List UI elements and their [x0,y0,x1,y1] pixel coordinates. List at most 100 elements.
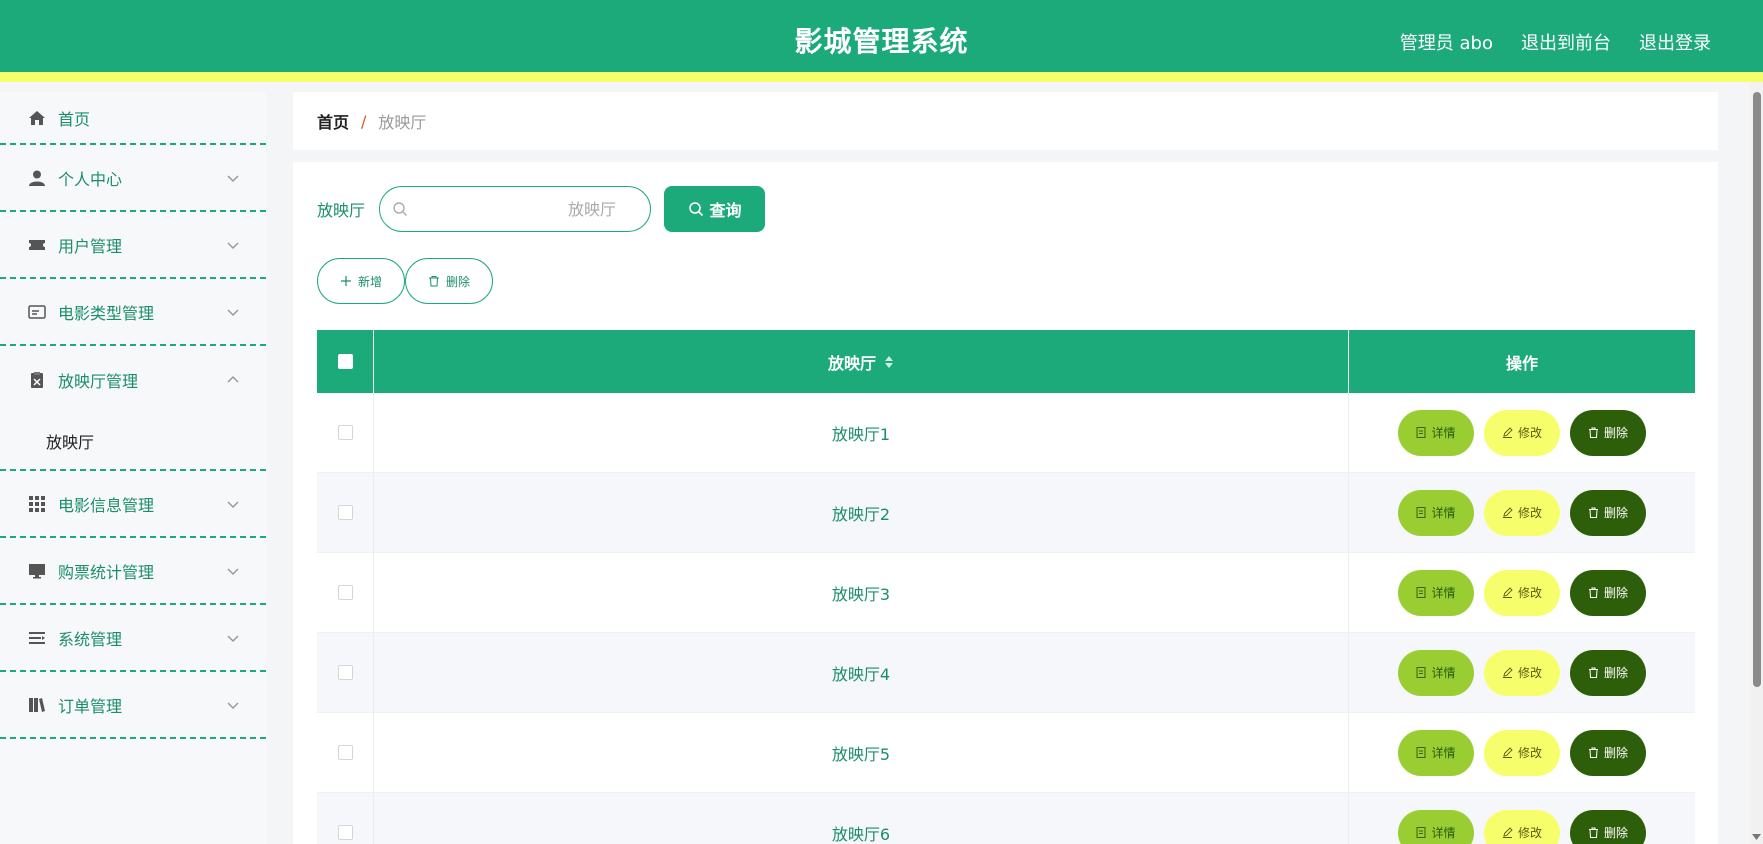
delete-button[interactable]: 删除 [1570,409,1646,456]
sidebar-item-label: 放映厅管理 [58,371,139,391]
batch-delete-button-label: 删除 [445,274,470,289]
delete-button[interactable]: 删除 [1570,649,1646,696]
sidebar-item-label: 购票统计管理 [58,562,155,582]
delete-button[interactable]: 删除 [1570,809,1646,844]
delete-button[interactable]: 删除 [1570,489,1646,536]
edit-button[interactable]: 修改 [1484,809,1560,844]
chevron-down-icon [227,174,239,182]
trash-icon [1588,747,1598,758]
detail-button[interactable]: 详情 [1398,809,1474,844]
scroll-down-arrow-icon[interactable] [1752,834,1761,840]
sort-icon[interactable] [884,354,894,370]
hall-name-cell: 放映厅2 [374,473,1349,552]
breadcrumb-home[interactable]: 首页 [317,109,349,133]
table-row: 放映厅5 详情 修改 删除 [317,713,1695,793]
chevron-down-icon [227,701,239,709]
home-icon [28,109,46,127]
edit-button-label: 修改 [1517,426,1542,440]
select-all-checkbox[interactable] [337,354,353,369]
sidebar-item-movie-info-management[interactable]: 电影信息管理 [0,471,266,538]
edit-button[interactable]: 修改 [1484,569,1560,616]
document-icon [1417,507,1426,518]
sidebar-item-hall-management[interactable]: 放映厅管理 [0,346,266,413]
delete-button-label: 删除 [1603,746,1628,760]
add-button[interactable]: 新增 [317,258,405,304]
edit-button[interactable]: 修改 [1484,729,1560,776]
edit-button[interactable]: 修改 [1484,489,1560,536]
sidebar-item-home[interactable]: 首页 [0,92,266,145]
pencil-icon [1502,507,1513,518]
table-row: 放映厅1 详情 修改 删除 [317,393,1695,473]
detail-button[interactable]: 详情 [1398,649,1474,696]
sidebar-item-ticket-stats-management[interactable]: 购票统计管理 [0,538,266,605]
hall-name-cell: 放映厅4 [374,633,1349,712]
sidebar-item-movie-type-management[interactable]: 电影类型管理 [0,279,266,346]
chevron-up-icon [227,375,239,383]
hall-table: 放映厅 操作 放映厅1 详情 修改 删除 放映厅2 详情 修改 删除 放映厅3 … [317,330,1695,844]
header-actions: 管理员 abo 退出到前台 退出登录 [1400,29,1711,55]
table-header: 放映厅 操作 [317,330,1695,393]
sidebar-item-personal-center[interactable]: 个人中心 [0,145,266,212]
edit-button[interactable]: 修改 [1484,649,1560,696]
row-checkbox[interactable] [337,665,353,680]
header-checkbox-cell [317,330,374,393]
chevron-down-icon [227,241,239,249]
row-checkbox[interactable] [337,505,353,520]
row-ops-cell: 详情 修改 删除 [1349,553,1695,632]
column-header-name[interactable]: 放映厅 [374,330,1349,393]
delete-button-label: 删除 [1603,426,1628,440]
hall-name-cell: 放映厅5 [374,713,1349,792]
edit-button[interactable]: 修改 [1484,409,1560,456]
detail-button[interactable]: 详情 [1398,409,1474,456]
row-checkbox[interactable] [337,585,353,600]
row-checkbox[interactable] [337,825,353,840]
trash-icon [1588,827,1598,838]
monitor-icon [28,562,46,580]
scrollbar-thumb[interactable] [1753,92,1761,687]
row-ops-cell: 详情 修改 删除 [1349,713,1695,792]
table-row: 放映厅6 详情 修改 删除 [317,793,1695,844]
search-input-wrapper [379,186,652,232]
detail-button[interactable]: 详情 [1398,489,1474,536]
hall-name-cell: 放映厅1 [374,393,1349,472]
detail-button[interactable]: 详情 [1398,569,1474,616]
edit-button-label: 修改 [1517,746,1542,760]
sidebar-item-label: 订单管理 [58,696,123,716]
pencil-icon [1502,667,1513,678]
row-checkbox-cell [317,633,374,712]
id-card-icon [28,303,46,321]
query-button-label: 查询 [709,203,742,220]
pencil-icon [1502,827,1513,838]
row-checkbox-cell [317,393,374,472]
edit-button-label: 修改 [1517,586,1542,600]
batch-delete-button[interactable]: 删除 [405,258,493,304]
pencil-icon [1502,427,1513,438]
document-icon [1417,827,1426,838]
logout-link[interactable]: 退出登录 [1639,29,1711,55]
query-button[interactable]: 查询 [664,186,766,232]
delete-button-label: 删除 [1603,826,1628,840]
pencil-icon [1502,587,1513,598]
delete-button[interactable]: 删除 [1570,729,1646,776]
column-header-label: 放映厅 [827,353,876,373]
sidebar-item-label: 首页 [58,109,91,129]
delete-button[interactable]: 删除 [1570,569,1646,616]
clipboard-icon [28,371,46,389]
row-checkbox[interactable] [337,745,353,760]
table-row: 放映厅4 详情 修改 删除 [317,633,1695,713]
sidebar-item-system-management[interactable]: 系统管理 [0,605,266,672]
row-ops-cell: 详情 修改 删除 [1349,473,1695,552]
sidebar-subitem-hall[interactable]: 放映厅 [0,413,266,469]
row-checkbox[interactable] [337,425,353,440]
trash-icon [1588,667,1598,678]
sidebar-item-user-management[interactable]: 用户管理 [0,212,266,279]
user-icon [28,169,46,187]
sidebar-item-order-management[interactable]: 订单管理 [0,672,266,739]
ticket-icon [28,236,46,254]
sidebar-item-label: 个人中心 [58,169,123,189]
detail-button[interactable]: 详情 [1398,729,1474,776]
hall-name-cell: 放映厅3 [374,553,1349,632]
page-scrollbar[interactable] [1750,82,1763,844]
search-input[interactable] [380,187,651,231]
exit-to-front-link[interactable]: 退出到前台 [1521,29,1611,55]
